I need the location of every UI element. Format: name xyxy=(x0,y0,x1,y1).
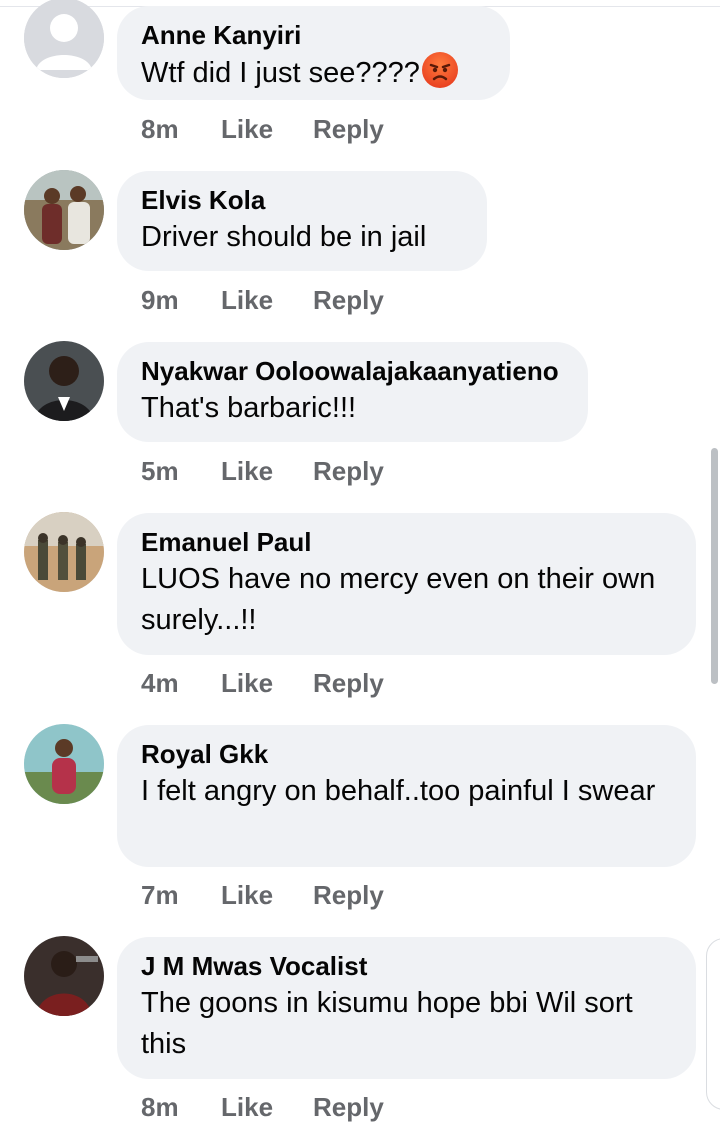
like-button[interactable]: Like xyxy=(221,668,273,699)
comment-text: LUOS have no mercy even on their own sur… xyxy=(141,563,656,636)
like-button[interactable]: Like xyxy=(221,285,273,316)
profile-photo-icon xyxy=(24,936,104,1016)
angry-face-icon xyxy=(421,52,458,88)
avatar[interactable] xyxy=(24,936,104,1016)
comment-bubble[interactable]: Royal Gkk I felt angry on behalf..too pa… xyxy=(117,725,696,867)
scrollbar-thumb[interactable] xyxy=(711,448,718,684)
comment-text: I felt angry on behalf..too painful I sw… xyxy=(141,775,656,807)
comment-timestamp[interactable]: 7m xyxy=(141,880,179,911)
avatar[interactable] xyxy=(24,0,104,78)
comment-author[interactable]: Elvis Kola xyxy=(141,185,463,215)
avatar[interactable] xyxy=(24,724,104,804)
comment-text: The goons in kisumu hope bbi Wil sort th… xyxy=(141,987,633,1060)
reply-button[interactable]: Reply xyxy=(313,114,384,145)
reply-button[interactable]: Reply xyxy=(313,668,384,699)
like-button[interactable]: Like xyxy=(221,880,273,911)
comment-timestamp[interactable]: 9m xyxy=(141,285,179,316)
comment-bubble[interactable]: Elvis Kola Driver should be in jail xyxy=(117,171,487,271)
comment-bubble[interactable]: Emanuel Paul LUOS have no mercy even on … xyxy=(117,513,696,655)
reply-button[interactable]: Reply xyxy=(313,285,384,316)
comment-timestamp[interactable]: 8m xyxy=(141,114,179,145)
profile-photo-icon xyxy=(24,170,104,250)
avatar[interactable] xyxy=(24,512,104,592)
comment-author[interactable]: J M Mwas Vocalist xyxy=(141,951,672,981)
comment-bubble[interactable]: Nyakwar Ooloowalajakaanyatieno That's ba… xyxy=(117,342,588,442)
comment-author[interactable]: Nyakwar Ooloowalajakaanyatieno xyxy=(141,356,564,386)
reply-button[interactable]: Reply xyxy=(313,880,384,911)
reply-button[interactable]: Reply xyxy=(313,456,384,487)
like-button[interactable]: Like xyxy=(221,114,273,145)
default-avatar-icon xyxy=(24,0,104,78)
comment-timestamp[interactable]: 5m xyxy=(141,456,179,487)
profile-photo-icon xyxy=(24,724,104,804)
comment-author[interactable]: Emanuel Paul xyxy=(141,527,672,557)
comment-text: That's barbaric!!! xyxy=(141,392,357,424)
comment-text: Wtf did I just see???? xyxy=(141,52,486,94)
offscreen-card-edge xyxy=(706,938,720,1110)
profile-photo-icon xyxy=(24,341,104,421)
comment-bubble[interactable]: Anne Kanyiri Wtf did I just see???? xyxy=(117,6,510,100)
avatar[interactable] xyxy=(24,170,104,250)
avatar[interactable] xyxy=(24,341,104,421)
comment-author[interactable]: Royal Gkk xyxy=(141,739,672,769)
like-button[interactable]: Like xyxy=(221,456,273,487)
comment-bubble[interactable]: J M Mwas Vocalist The goons in kisumu ho… xyxy=(117,937,696,1079)
profile-photo-icon xyxy=(24,512,104,592)
comment-author[interactable]: Anne Kanyiri xyxy=(141,20,486,50)
comment-text: Driver should be in jail xyxy=(141,221,427,253)
comment-timestamp[interactable]: 4m xyxy=(141,668,179,699)
